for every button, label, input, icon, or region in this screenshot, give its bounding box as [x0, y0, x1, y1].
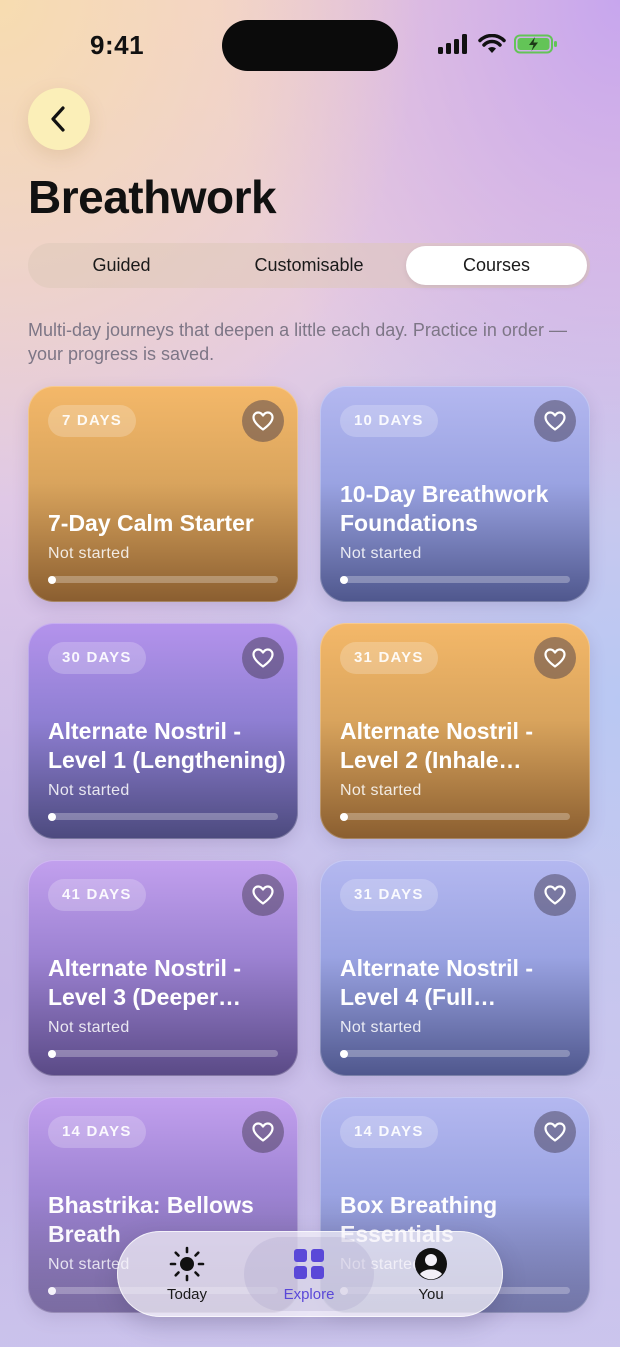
tab-explore[interactable]: Explore	[259, 1231, 359, 1317]
favorite-button[interactable]	[242, 400, 284, 442]
segmented-control: Guided Customisable Courses	[28, 243, 590, 288]
course-card[interactable]: 10 DAYS 10-Day Breathwork Foundations Not …	[320, 386, 590, 602]
course-progress-bar	[48, 1049, 278, 1058]
course-card[interactable]: 31 DAYS Alternate Nostril - Level 4 (Full…	[320, 860, 590, 1076]
page-title: Breathwork	[28, 171, 277, 223]
heart-icon	[544, 1122, 566, 1142]
course-status: Not started	[48, 1019, 130, 1036]
course-status: Not started	[340, 782, 422, 799]
course-title: Alternate Nostril - Level 3 (Deeper Rete…	[48, 955, 241, 1010]
course-progress-bar	[340, 575, 570, 584]
heart-icon	[252, 411, 274, 431]
course-days-badge: 10 DAYS	[340, 405, 438, 437]
profile-icon	[415, 1247, 447, 1280]
course-progress-bar	[48, 575, 278, 584]
course-progress-fill	[48, 812, 56, 821]
course-status: Not started	[340, 545, 422, 562]
favorite-button[interactable]	[534, 874, 576, 916]
course-title: Alternate Nostril - Level 1 (Lengthening…	[48, 718, 286, 773]
course-progress-fill	[340, 575, 348, 584]
battery-icon	[514, 34, 557, 54]
tab-explore-label: Explore	[283, 1285, 335, 1303]
favorite-button[interactable]	[534, 1111, 576, 1153]
course-days-badge: 31 DAYS	[340, 642, 438, 674]
course-days-badge: 41 DAYS	[48, 879, 146, 911]
course-card[interactable]: 31 DAYS Alternate Nostril - Level 2 (Inha…	[320, 623, 590, 839]
chevron-left-icon	[51, 106, 65, 132]
course-progress-bar	[48, 812, 278, 821]
segment-guided[interactable]: Guided	[31, 246, 212, 285]
course-days-badge: 30 DAYS	[48, 642, 146, 674]
course-status: Not started	[48, 782, 130, 799]
system-icons	[438, 34, 558, 54]
course-title: Alternate Nostril - Level 2 (Inhale Rete…	[340, 718, 533, 773]
signal-icon	[438, 34, 467, 54]
course-days-badge: 31 DAYS	[340, 879, 438, 911]
tab-today-label: Today	[166, 1285, 208, 1303]
course-status: Not started	[340, 1019, 422, 1036]
dynamic-island	[222, 20, 398, 71]
course-card[interactable]: 7 DAYS 7-Day Calm Starter Not started	[28, 386, 298, 602]
heart-icon	[544, 411, 566, 431]
course-card[interactable]: 41 DAYS Alternate Nostril - Level 3 (Deep…	[28, 860, 298, 1076]
course-title: 7-Day Calm Starter	[48, 510, 254, 536]
favorite-button[interactable]	[242, 1111, 284, 1153]
sun-icon	[169, 1246, 205, 1281]
course-progress-fill	[340, 1049, 348, 1058]
course-title: Alternate Nostril - Level 4 (Full Retent…	[340, 955, 533, 1010]
grid-icon	[294, 1248, 324, 1279]
tab-you[interactable]: You	[381, 1231, 481, 1317]
section-description: Multi-day journeys that deepen a little …	[28, 320, 567, 364]
course-progress-fill	[48, 1286, 56, 1295]
favorite-button[interactable]	[242, 637, 284, 679]
heart-icon	[252, 648, 274, 668]
tab-you-label: You	[418, 1285, 444, 1303]
tab-today[interactable]: Today	[137, 1231, 237, 1317]
course-progress-bar	[340, 1049, 570, 1058]
favorite-button[interactable]	[534, 400, 576, 442]
heart-icon	[544, 648, 566, 668]
course-days-badge: 14 DAYS	[48, 1116, 146, 1148]
heart-icon	[544, 885, 566, 905]
tab-bar: Today Explore You	[117, 1231, 503, 1317]
status-bar: 9:41	[0, 0, 620, 90]
course-status: Not started	[48, 545, 130, 562]
heart-icon	[252, 885, 274, 905]
favorite-button[interactable]	[534, 637, 576, 679]
course-card[interactable]: 30 DAYS Alternate Nostril - Level 1 (Leng…	[28, 623, 298, 839]
course-days-badge: 7 DAYS	[48, 405, 137, 437]
course-progress-fill	[340, 812, 348, 821]
favorite-button[interactable]	[242, 874, 284, 916]
status-time: 9:41	[90, 30, 145, 60]
course-days-badge: 14 DAYS	[340, 1116, 438, 1148]
course-progress-fill	[48, 575, 56, 584]
segment-customisable[interactable]: Customisable	[218, 246, 400, 285]
heart-icon	[252, 1122, 274, 1142]
back-button[interactable]	[28, 88, 90, 150]
wifi-icon	[478, 34, 506, 53]
course-progress-bar	[340, 812, 570, 821]
course-progress-fill	[48, 1049, 56, 1058]
segment-courses[interactable]: Courses	[406, 246, 587, 285]
course-title: 10-Day Breathwork Foundations	[340, 481, 549, 536]
